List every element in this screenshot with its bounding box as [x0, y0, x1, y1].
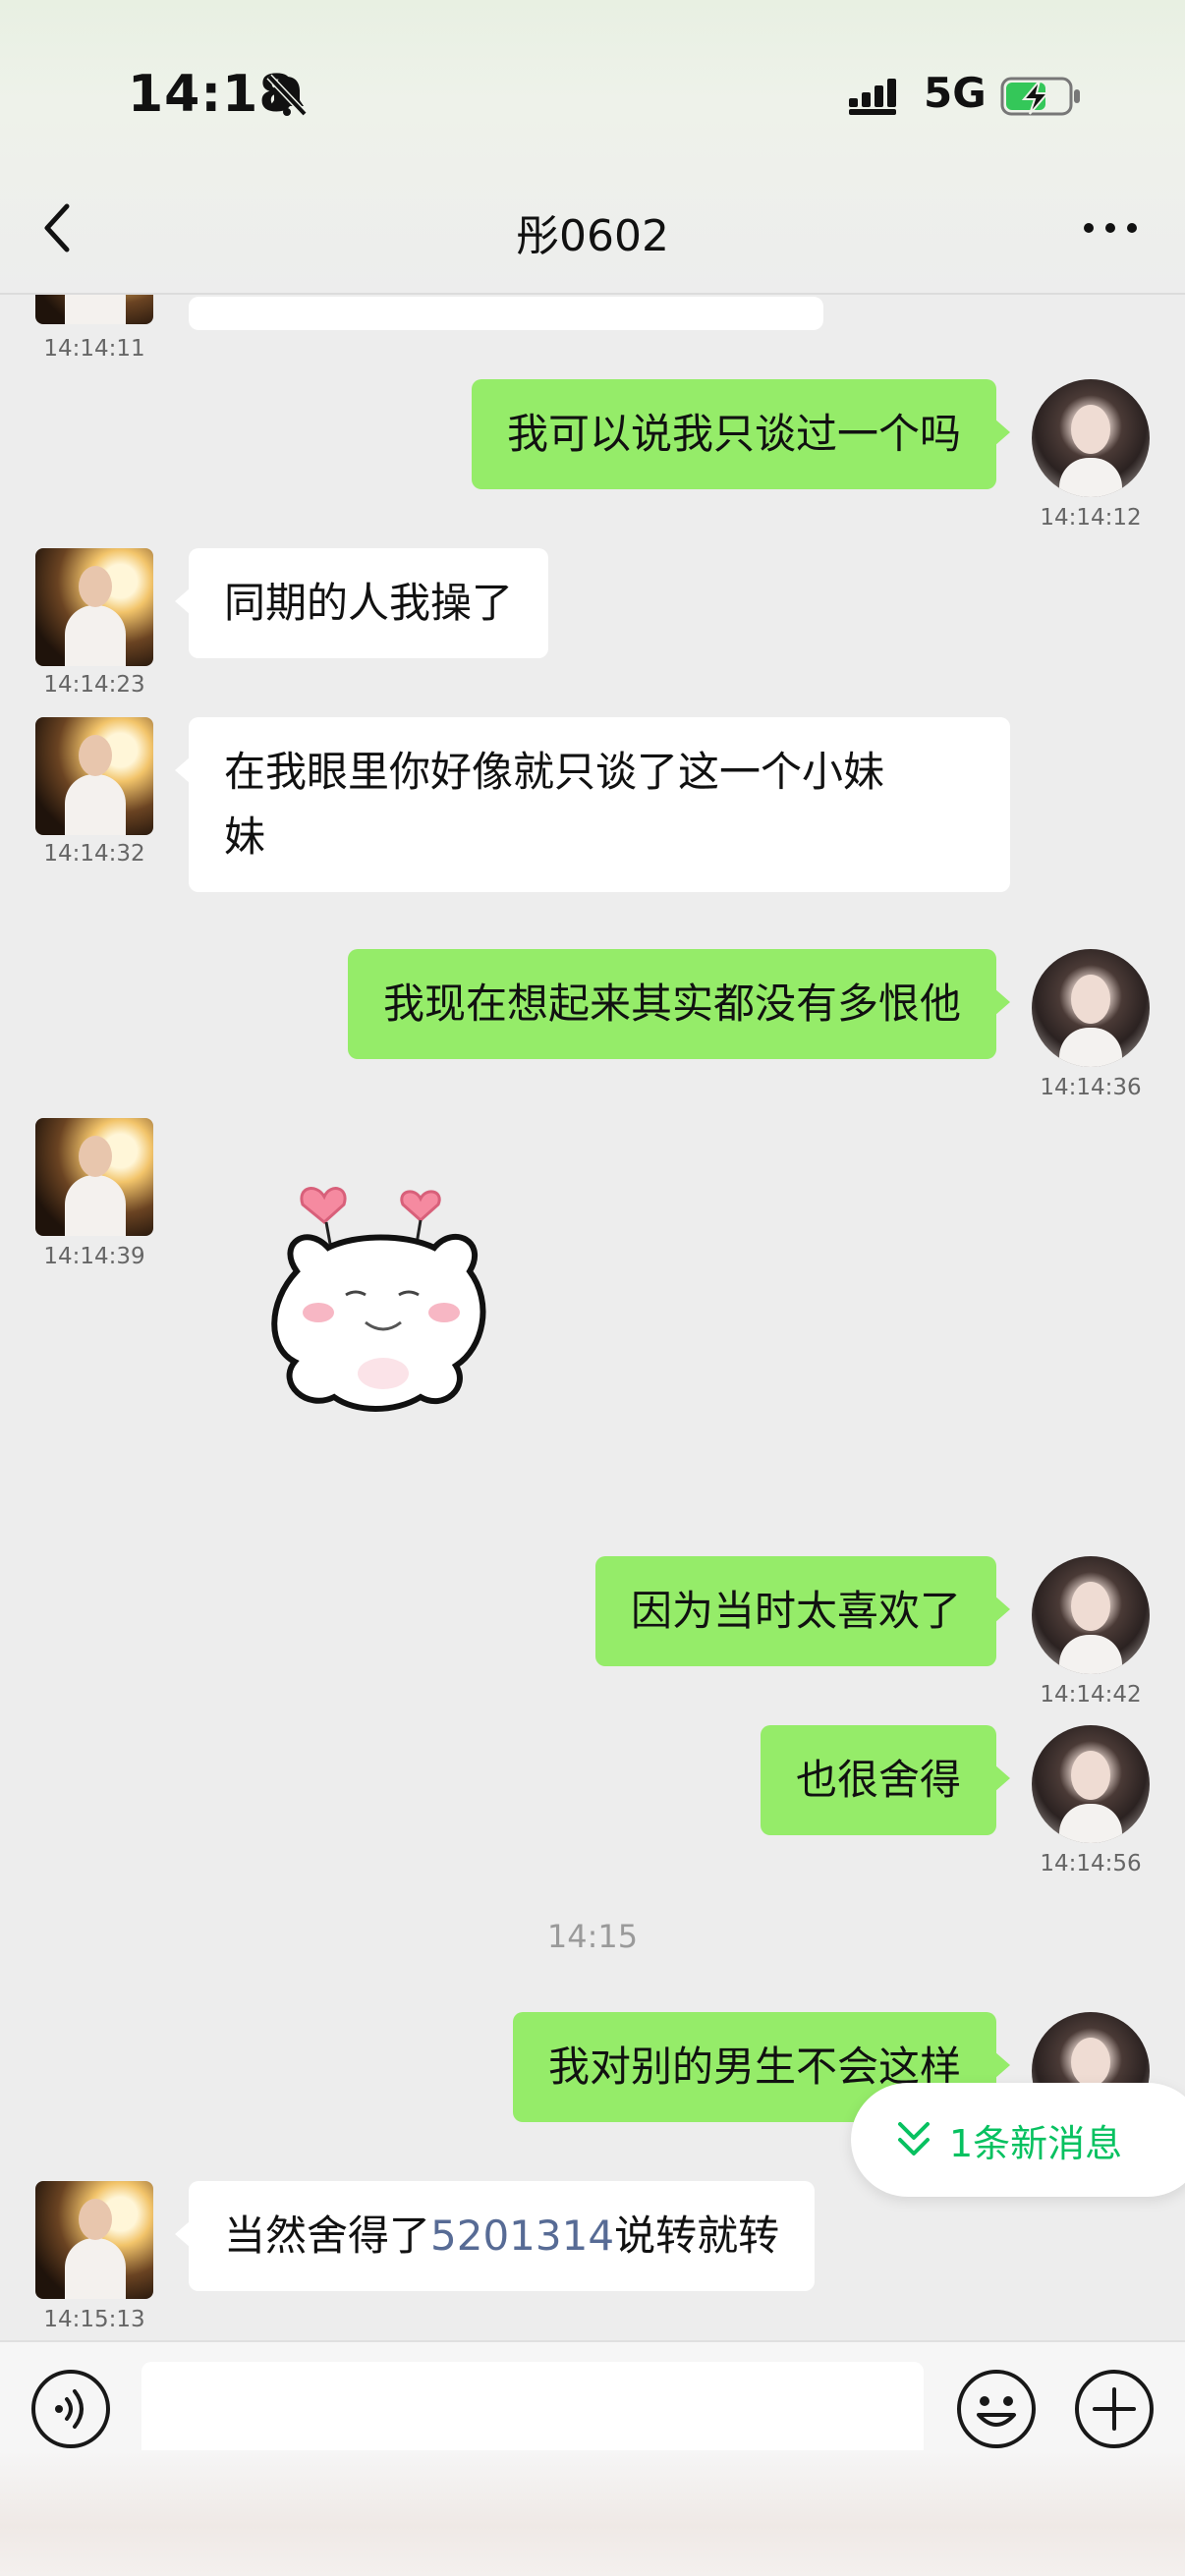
network-label: 5G	[924, 69, 987, 117]
message-text: 说转就转	[614, 2212, 780, 2260]
message-line: 妹	[224, 812, 266, 861]
message-input[interactable]	[141, 2362, 924, 2460]
number-link[interactable]: 5201314	[430, 2212, 614, 2260]
message-timestamp: 14:14:42	[1040, 1682, 1142, 1708]
message-bubble[interactable]: 我可以说我只谈过一个吗	[471, 379, 1011, 489]
time-divider: 14:15	[546, 1918, 639, 1955]
message-text: 当然舍得了	[224, 2212, 431, 2260]
voice-button[interactable]	[31, 2370, 110, 2448]
contact-avatar[interactable]	[35, 1118, 153, 1236]
message-bubble[interactable]: 在我眼里你好像就只谈了这一个小妹 妹	[175, 717, 1010, 892]
message-bubble[interactable]: 当然舍得了5201314说转就转	[174, 2181, 816, 2291]
message-timestamp: 14:14:32	[43, 841, 145, 867]
emoji-button[interactable]	[955, 2368, 1038, 2450]
message-bubble[interactable]: 也很舍得	[760, 1725, 1011, 1835]
message-timestamp: 14:14:39	[43, 1244, 145, 1269]
double-chevron-down-icon	[898, 2122, 930, 2156]
message-bubble[interactable]: 因为当时太喜欢了	[594, 1556, 1011, 1666]
message-timestamp: 14:15:13	[43, 2307, 145, 2332]
my-avatar[interactable]	[1032, 1725, 1150, 1843]
contact-avatar[interactable]	[35, 717, 153, 835]
message-line: 在我眼里你好像就只谈了这一个小妹	[224, 748, 885, 796]
message-timestamp: 14:14:23	[43, 672, 145, 698]
new-message-button[interactable]: 1条新消息	[851, 2083, 1185, 2197]
my-avatar[interactable]	[1032, 949, 1150, 1067]
bell-muted-icon	[266, 74, 308, 117]
message-timestamp: 14:14:56	[1040, 1851, 1142, 1876]
battery-charging-icon	[1000, 77, 1080, 116]
message-bubble[interactable]: 同期的人我操了	[174, 548, 549, 658]
message-timestamp: 14:14:36	[1040, 1075, 1142, 1100]
home-indicator-area	[0, 2450, 1185, 2576]
my-avatar[interactable]	[1032, 1556, 1150, 1674]
signal-icon	[849, 79, 896, 115]
plus-button[interactable]	[1073, 2368, 1156, 2450]
top-bar: 14:18 5G 彤0602	[0, 0, 1185, 295]
message-timestamp: 14:14:11	[43, 336, 145, 362]
my-avatar[interactable]	[1032, 379, 1150, 497]
contact-avatar[interactable]	[35, 548, 153, 666]
message-timestamp: 14:14:12	[1040, 505, 1142, 531]
chat-title: 彤0602	[516, 211, 669, 261]
more-options-button[interactable]	[1081, 218, 1140, 238]
new-message-label: 1条新消息	[949, 2121, 1123, 2165]
bear-hearts-sticker[interactable]	[248, 1165, 519, 1436]
message-bubble[interactable]: 我现在想起来其实都没有多恨他	[347, 949, 1011, 1059]
contact-avatar[interactable]	[35, 2181, 153, 2299]
